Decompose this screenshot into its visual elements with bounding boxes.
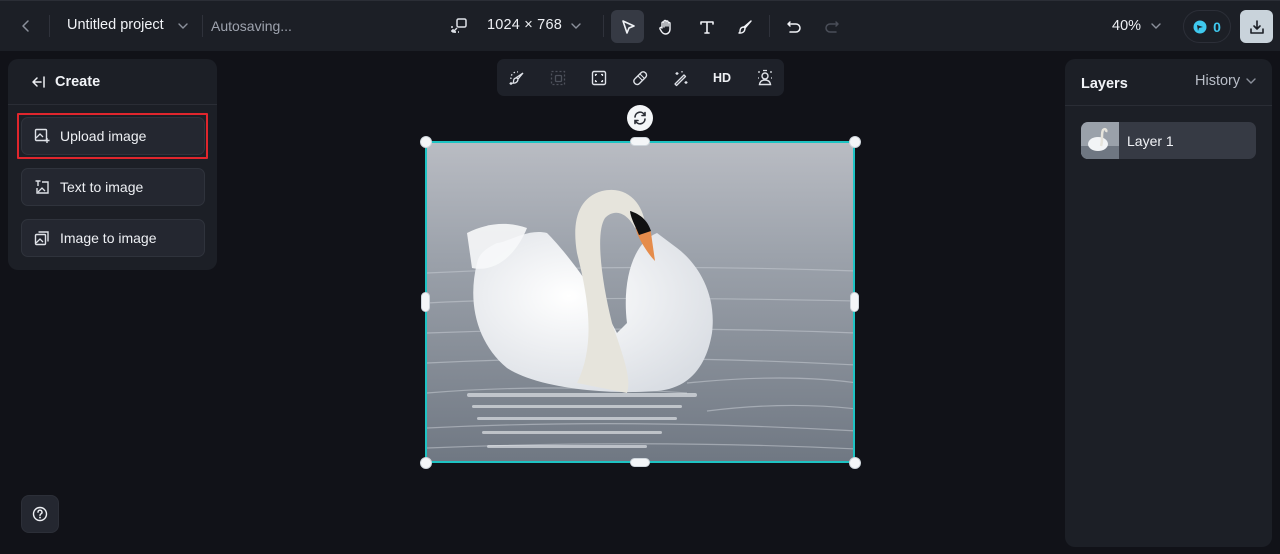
credits-icon: [1193, 20, 1207, 33]
canvas-image[interactable]: [425, 141, 855, 463]
resize-handle-left[interactable]: [421, 292, 430, 312]
remove-background-button[interactable]: [754, 67, 776, 89]
top-bar: Untitled project Autosaving... 1024 × 76…: [0, 0, 1280, 51]
project-menu-button[interactable]: [175, 18, 191, 34]
image-context-toolbar: HD: [497, 59, 784, 96]
rotate-handle[interactable]: [627, 105, 653, 131]
history-label: History: [1195, 73, 1241, 89]
hand-icon: [658, 19, 671, 35]
magic-wand-icon: [674, 71, 688, 87]
swan-image: [427, 143, 853, 461]
resize-handle-bottom-left[interactable]: [420, 457, 432, 469]
help-circle-icon: [32, 506, 48, 522]
download-icon: [1249, 19, 1264, 34]
zoom-dropdown[interactable]: [1148, 18, 1164, 34]
cursor-arrow-icon: [621, 19, 635, 34]
option-label: Upload image: [60, 128, 147, 144]
divider: [49, 15, 50, 37]
tab-layers[interactable]: Layers: [1081, 76, 1128, 92]
hd-label: HD: [712, 71, 732, 85]
create-panel-title: Create: [55, 73, 101, 90]
image-to-image-button[interactable]: Image to image: [21, 219, 205, 257]
expand-button[interactable]: [547, 67, 569, 89]
create-panel-header[interactable]: Create: [8, 59, 217, 105]
rotate-icon: [634, 111, 646, 125]
collapse-left-icon: [32, 75, 45, 88]
create-panel: Create Upload image Text to image Image …: [8, 59, 217, 270]
option-label: Image to image: [60, 230, 157, 246]
eraser-button[interactable]: [629, 67, 651, 89]
resize-handle-top[interactable]: [630, 137, 650, 146]
option-label: Text to image: [60, 179, 144, 195]
text-to-image-button[interactable]: Text to image: [21, 168, 205, 206]
layer-item[interactable]: Layer 1: [1081, 122, 1256, 159]
resize-handle-bottom-right[interactable]: [849, 457, 861, 469]
magic-wand-button[interactable]: [670, 67, 692, 89]
undo-button[interactable]: [777, 10, 810, 43]
redo-button[interactable]: [815, 10, 848, 43]
divider: [769, 15, 770, 37]
magic-brush-icon: [509, 71, 524, 85]
canvas-size-dropdown[interactable]: [568, 18, 584, 34]
canvas-size[interactable]: 1024 × 768: [487, 17, 562, 33]
text-icon: [699, 20, 714, 34]
crop-button[interactable]: [588, 67, 610, 89]
layers-header: Layers History: [1065, 59, 1272, 106]
resize-handle-top-right[interactable]: [849, 136, 861, 148]
divider: [603, 15, 604, 37]
person-cutout-icon: [758, 69, 772, 86]
resize-handle-bottom[interactable]: [630, 458, 650, 467]
divider: [202, 15, 203, 37]
undo-icon: [786, 20, 801, 33]
layers-panel: Layers History Layer 1: [1065, 59, 1272, 547]
resize-icon: [451, 18, 467, 33]
text-to-image-icon: [35, 180, 49, 194]
chevron-down-icon: [571, 23, 581, 29]
chevron-down-icon: [1151, 23, 1161, 29]
upscale-hd-button[interactable]: HD: [711, 67, 733, 89]
project-title[interactable]: Untitled project: [67, 17, 164, 33]
crop-frame-icon: [591, 70, 607, 86]
resize-handle-right[interactable]: [850, 292, 859, 312]
chevron-left-icon: [22, 20, 29, 32]
image-to-image-icon: [34, 231, 49, 246]
credits-badge[interactable]: 0: [1183, 10, 1231, 43]
chevron-down-icon: [178, 23, 188, 29]
zoom-level[interactable]: 40%: [1112, 18, 1141, 34]
inpaint-button[interactable]: [506, 67, 528, 89]
resize-handle-top-left[interactable]: [420, 136, 432, 148]
back-button[interactable]: [14, 14, 38, 38]
brush-icon: [737, 19, 752, 34]
upload-image-icon: [34, 128, 50, 143]
select-tool-button[interactable]: [611, 10, 644, 43]
credits-count: 0: [1213, 18, 1221, 35]
download-button[interactable]: [1240, 10, 1273, 43]
eraser-icon: [633, 71, 648, 86]
expand-frame-icon: [550, 70, 566, 86]
autosave-status: Autosaving...: [211, 18, 292, 34]
redo-icon: [824, 20, 839, 33]
layer-thumbnail: [1081, 122, 1119, 159]
hand-tool-button[interactable]: [649, 10, 682, 43]
text-tool-button[interactable]: [690, 10, 723, 43]
brush-tool-button[interactable]: [728, 10, 761, 43]
resize-canvas-button[interactable]: [449, 16, 469, 36]
chevron-down-icon: [1246, 78, 1256, 84]
layer-name: Layer 1: [1127, 132, 1174, 149]
tab-history[interactable]: History: [1195, 73, 1258, 89]
help-button[interactable]: [21, 495, 59, 533]
upload-image-button[interactable]: Upload image: [21, 117, 205, 155]
